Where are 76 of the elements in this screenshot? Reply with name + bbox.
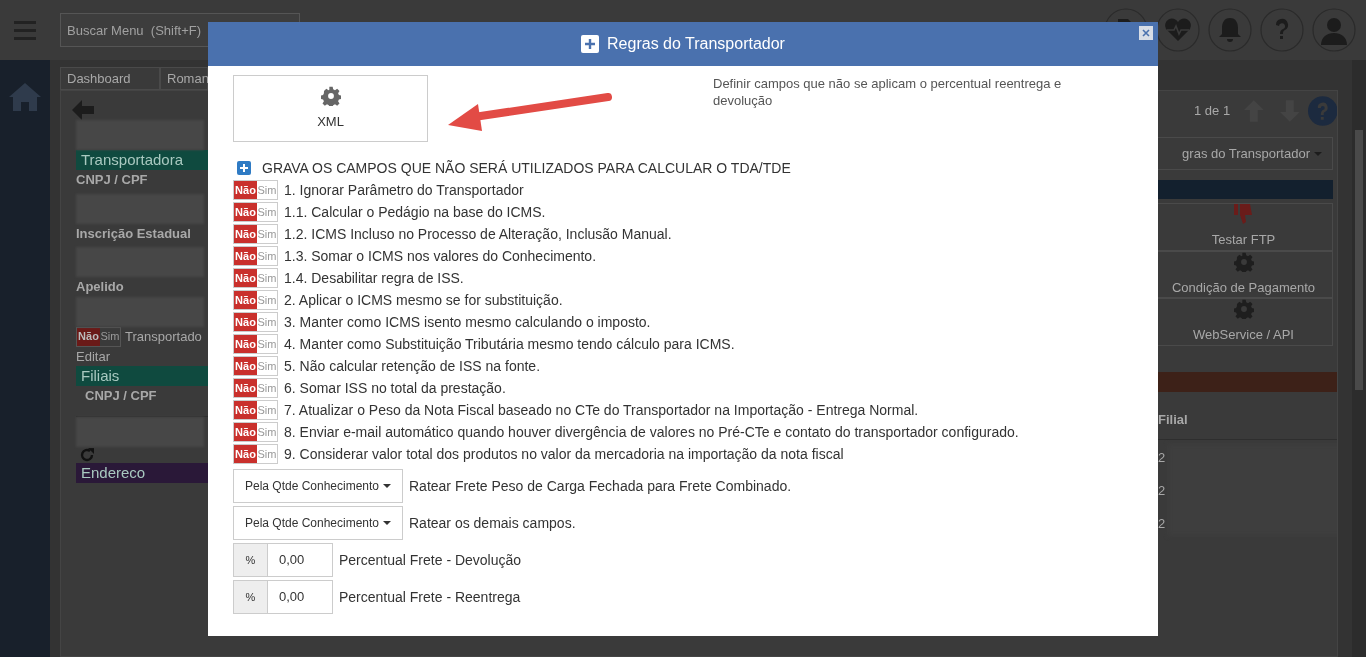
- yes-no-toggle[interactable]: NãoSim: [76, 326, 121, 347]
- help-icon[interactable]: [1260, 8, 1304, 52]
- scrollbar-thumb[interactable]: [1355, 130, 1363, 390]
- gear-icon: [1233, 251, 1254, 272]
- field-label: Apelido: [76, 278, 125, 296]
- home-icon[interactable]: [8, 82, 42, 112]
- close-icon: [1142, 29, 1150, 37]
- rule-label: 8. Enviar e-mail automático quando houver divergência de valores no Pré-CTe e contato do transportador configurado.: [284, 422, 1019, 442]
- table-cell-text: 2: [1157, 515, 1167, 533]
- rule-label: 1.4. Desabilitar regra de ISS.: [284, 268, 464, 288]
- caret-icon: [383, 484, 392, 488]
- yes-no-toggle[interactable]: NãoSim: [233, 356, 278, 376]
- select-dropdown[interactable]: Pela Qtde Conhecimento: [233, 469, 403, 503]
- edit-link[interactable]: Editar: [76, 346, 209, 366]
- plus-icon: [581, 35, 600, 53]
- description-text: Definir campos que não se aplicam o percentual reentrega e devolução: [713, 75, 1063, 110]
- gear-icon: [320, 85, 341, 106]
- help-icon[interactable]: [1307, 96, 1337, 126]
- toggle-label: Transportado: [125, 327, 202, 346]
- rule-label: 1.3. Somar o ICMS nos valores do Conhecimento.: [284, 246, 597, 266]
- caret-icon: [1314, 151, 1322, 156]
- rule-label: 5. Não calcular retenção de ISS na fonte.: [284, 356, 541, 376]
- xml-button[interactable]: XML: [233, 75, 428, 142]
- thumbs-down-icon: [1233, 204, 1254, 224]
- section-heading: GRAVA OS CAMPOS QUE NÃO SERÁ UTILIZADOS PARA CALCULAR O TDA/TDE: [262, 158, 791, 178]
- select-label: Ratear Frete Peso de Carga Fechada para Frete Combinado.: [409, 476, 792, 496]
- rule-label: 1. Ignorar Parâmetro do Transportador: [284, 180, 524, 200]
- table-cell-text: 2: [1157, 482, 1167, 500]
- percent-addon: %: [233, 580, 268, 614]
- yes-no-toggle[interactable]: NãoSim: [233, 180, 278, 200]
- rule-label: 2. Aplicar o ICMS mesmo se for substituição.: [284, 290, 563, 310]
- yes-no-toggle[interactable]: NãoSim: [233, 378, 278, 398]
- expand-icon[interactable]: [237, 161, 251, 175]
- tab[interactable]: Dashboard: [60, 67, 160, 90]
- percent-input[interactable]: 0,00: [268, 580, 333, 614]
- refresh-icon[interactable]: [79, 446, 95, 463]
- caret-icon: [383, 521, 392, 525]
- menu-icon[interactable]: [14, 20, 36, 40]
- gear-icon: [1233, 299, 1254, 319]
- rule-label: 1.1. Calcular o Pedágio na base do ICMS.: [284, 202, 546, 222]
- rule-label: 1.2. ICMS Incluso no Processo de Alteração, Inclusão Manual.: [284, 224, 672, 244]
- select-dropdown[interactable]: Pela Qtde Conhecimento: [233, 506, 403, 540]
- yes-no-toggle[interactable]: NãoSim: [233, 422, 278, 442]
- table-cell-text: 2: [1157, 449, 1167, 467]
- page-counter: 1 de 1: [1194, 102, 1231, 121]
- section-bar: Endereco: [76, 462, 209, 483]
- rule-label: 9. Considerar valor total dos produtos no valor da mercadoria na importação da nota fiscal: [284, 444, 844, 464]
- close-button[interactable]: [1139, 26, 1153, 40]
- percent-label: Percentual Frete - Devolução: [339, 550, 522, 570]
- back-arrow-icon[interactable]: [72, 100, 94, 120]
- yes-no-toggle[interactable]: NãoSim: [233, 312, 278, 332]
- rule-label: 4. Manter como Substituição Tributária mesmo tendo cálculo para ICMS.: [284, 334, 735, 354]
- field-label: Inscrição Estadual: [76, 224, 192, 243]
- yes-no-toggle[interactable]: NãoSim: [233, 268, 278, 288]
- yes-no-toggle[interactable]: NãoSim: [233, 224, 278, 244]
- yes-no-toggle[interactable]: NãoSim: [233, 334, 278, 354]
- percent-addon: %: [233, 543, 268, 577]
- yes-no-toggle[interactable]: NãoSim: [233, 290, 278, 310]
- section-bar: Filiais: [76, 366, 209, 386]
- bell-icon[interactable]: [1208, 8, 1252, 52]
- rule-label: 7. Atualizar o Peso da Nota Fiscal baseado no CTe do Transportador na Importação - Entrega Normal.: [284, 400, 919, 420]
- heartbeat-icon[interactable]: [1156, 8, 1200, 52]
- rule-label: 6. Somar ISS no total da prestação.: [284, 378, 506, 398]
- yes-no-toggle[interactable]: NãoSim: [233, 202, 278, 222]
- percent-input[interactable]: 0,00: [268, 543, 333, 577]
- yes-no-toggle[interactable]: NãoSim: [233, 246, 278, 266]
- modal-title: Regras do Transportador: [607, 34, 785, 54]
- select-label: Ratear os demais campos.: [409, 513, 576, 533]
- rule-label: 3. Manter como ICMS isento mesmo calculando o imposto.: [284, 312, 651, 332]
- user-icon[interactable]: [1312, 8, 1356, 52]
- section-bar: Transportadora: [76, 150, 209, 170]
- yes-no-toggle[interactable]: NãoSim: [233, 400, 278, 420]
- yes-no-toggle[interactable]: NãoSim: [233, 444, 278, 464]
- percent-label: Percentual Frete - Reentrega: [339, 587, 521, 607]
- tab[interactable]: Roman: [160, 67, 208, 90]
- field-label: CNPJ / CPF: [76, 171, 149, 189]
